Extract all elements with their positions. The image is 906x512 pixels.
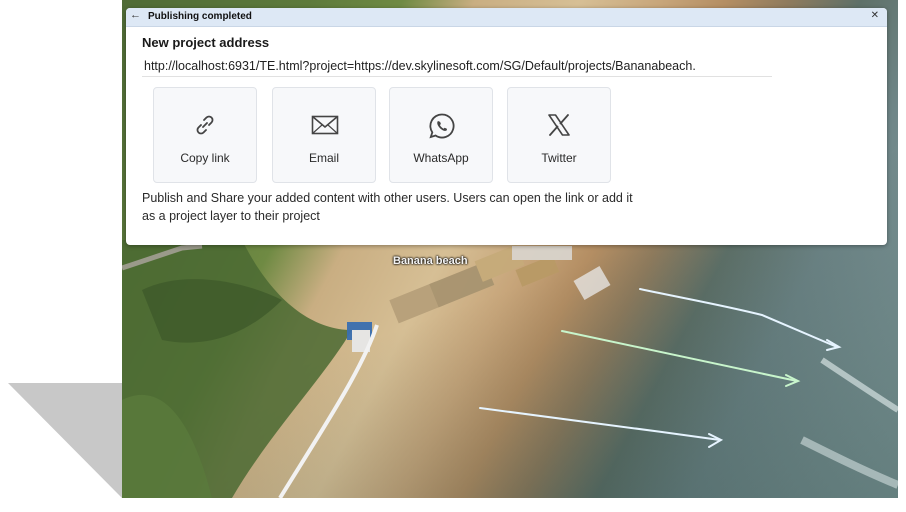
map-place-label: Banana beach (393, 255, 468, 267)
dialog-titlebar: ← Publishing completed ✕ (126, 8, 887, 27)
publishing-dialog: ← Publishing completed ✕ New project add… (126, 8, 887, 245)
whatsapp-label: WhatsApp (413, 151, 469, 165)
dialog-title: Publishing completed (148, 11, 252, 22)
copy-link-button[interactable]: Copy link (153, 87, 257, 183)
twitter-button[interactable]: Twitter (507, 87, 611, 183)
section-heading: New project address (142, 35, 270, 50)
x-twitter-icon (548, 114, 570, 136)
twitter-label: Twitter (541, 151, 577, 165)
back-arrow-icon[interactable]: ← (130, 9, 141, 21)
email-button[interactable]: Email (272, 87, 376, 183)
link-icon (196, 115, 214, 135)
project-url-field[interactable] (142, 56, 772, 77)
copy-link-label: Copy link (180, 151, 230, 165)
email-label: Email (308, 151, 339, 165)
email-icon (311, 115, 339, 135)
annotation-arrows (479, 288, 842, 448)
share-description: Publish and Share your added content wit… (142, 191, 633, 223)
whatsapp-icon (429, 113, 455, 139)
whatsapp-button[interactable]: WhatsApp (389, 87, 493, 183)
close-icon[interactable]: ✕ (871, 10, 879, 21)
